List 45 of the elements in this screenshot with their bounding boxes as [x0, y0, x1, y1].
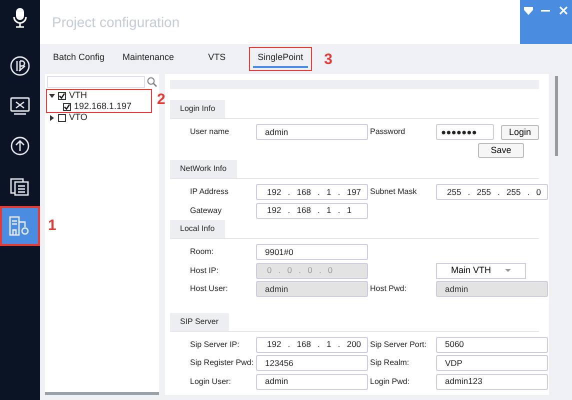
- field-label: IP Address: [190, 186, 230, 198]
- field-label: Login Pwd:: [370, 376, 411, 388]
- button[interactable]: Save: [478, 143, 524, 158]
- callout-number: 2: [157, 92, 166, 107]
- text-field[interactable]: admin: [256, 124, 368, 140]
- tree-node-label[interactable]: 192.168.1.197: [74, 101, 132, 112]
- callout-number: 1: [48, 218, 56, 233]
- dropdown[interactable]: Main VTH: [436, 262, 526, 279]
- section-title: Login Info: [170, 100, 226, 118]
- tree-node-label[interactable]: VTO: [69, 112, 88, 123]
- field-label: Host IP:: [190, 264, 220, 277]
- field-label: Host Pwd:: [370, 283, 408, 296]
- field-label: Sip Server IP:: [190, 338, 240, 351]
- text-field[interactable]: VDP: [436, 355, 548, 372]
- field-label: Sip Server Port:: [370, 338, 428, 351]
- text-field[interactable]: admin: [256, 374, 368, 390]
- text-field[interactable]: 5060: [436, 336, 548, 353]
- text-field[interactable]: admin123: [436, 374, 548, 390]
- tab[interactable]: Maintenance: [114, 47, 184, 71]
- ip-address-field[interactable]: 192 . 168 . 1 . 200: [256, 336, 368, 353]
- callout-number: 3: [324, 52, 332, 66]
- tab[interactable]: Batch Config: [44, 47, 114, 71]
- tree-node-label[interactable]: VTH: [69, 90, 87, 101]
- field-label: Host User:: [190, 283, 229, 296]
- tab[interactable]: SinglePoint: [248, 47, 312, 71]
- field-label: User name: [190, 126, 230, 138]
- field-label: Gateway: [190, 204, 223, 217]
- ip-address-field[interactable]: 255 . 255 . 255 . 0: [436, 184, 548, 200]
- section-title: SIP Server: [170, 312, 229, 330]
- section-title: NetWork Info: [170, 160, 237, 178]
- text-field[interactable]: 9901#0: [256, 244, 368, 260]
- field-label: Room:: [190, 246, 215, 258]
- field-label: Sip Realm:: [370, 357, 410, 370]
- field-label: Sip Register Pwd:: [190, 357, 255, 370]
- section-title: Local Info: [170, 220, 225, 238]
- tab[interactable]: VTS: [199, 47, 235, 71]
- button[interactable]: Login: [501, 124, 539, 140]
- field-label: Login User:: [190, 376, 232, 388]
- text-field[interactable]: 123456: [256, 355, 368, 372]
- window-title: Project configuration: [51, 12, 181, 32]
- field-label: Password: [370, 126, 406, 138]
- ip-address-field[interactable]: 192 . 168 . 1 . 197: [256, 184, 368, 200]
- field-label: Subnet Mask: [370, 186, 418, 198]
- ip-address-field[interactable]: 192 . 168 . 1 . 1: [256, 202, 368, 219]
- password-field[interactable]: ●●●●●●●: [436, 124, 494, 140]
